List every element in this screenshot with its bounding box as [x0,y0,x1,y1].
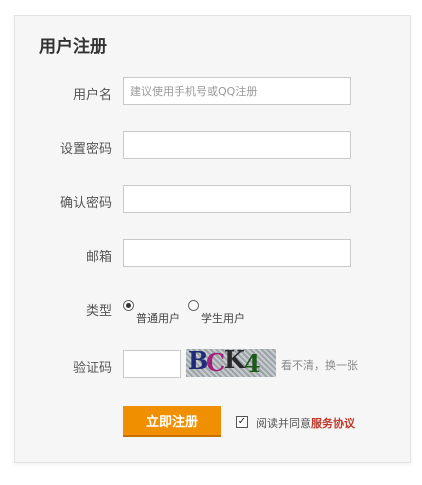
agreement-prefix: 阅读并同意 [256,417,311,430]
email-label: 邮箱 [85,250,112,265]
password-input[interactable] [123,131,351,159]
agreement-text: 阅读并同意服务协议 [256,415,355,431]
page-title: 用户注册 [39,37,107,57]
password-label: 设置密码 [59,142,112,157]
captcha-image[interactable]: B C K 4 [186,349,276,377]
radio-normal-user-label: 普通用户 [136,312,180,325]
captcha-refresh-link[interactable]: 看不清，换一张 [281,357,358,373]
captcha-char: C [206,349,226,377]
username-input[interactable] [123,77,351,105]
radio-button-checked[interactable] [123,300,134,311]
radio-student-user-label: 学生用户 [201,312,245,325]
captcha-char: 4 [244,349,261,377]
agreement-checkbox[interactable]: ✓ [236,416,248,428]
register-button[interactable]: 立即注册 [123,406,221,437]
captcha-char: K [224,349,245,374]
confirm-password-input[interactable] [123,185,351,213]
type-label: 类型 [85,304,112,319]
service-agreement-link[interactable]: 服务协议 [311,417,355,430]
radio-button[interactable] [188,300,199,311]
email-input[interactable] [123,239,351,267]
confirm-password-label: 确认密码 [59,196,112,211]
captcha-input[interactable] [123,350,181,378]
captcha-label: 验证码 [72,361,112,376]
username-label: 用户名 [72,88,112,103]
